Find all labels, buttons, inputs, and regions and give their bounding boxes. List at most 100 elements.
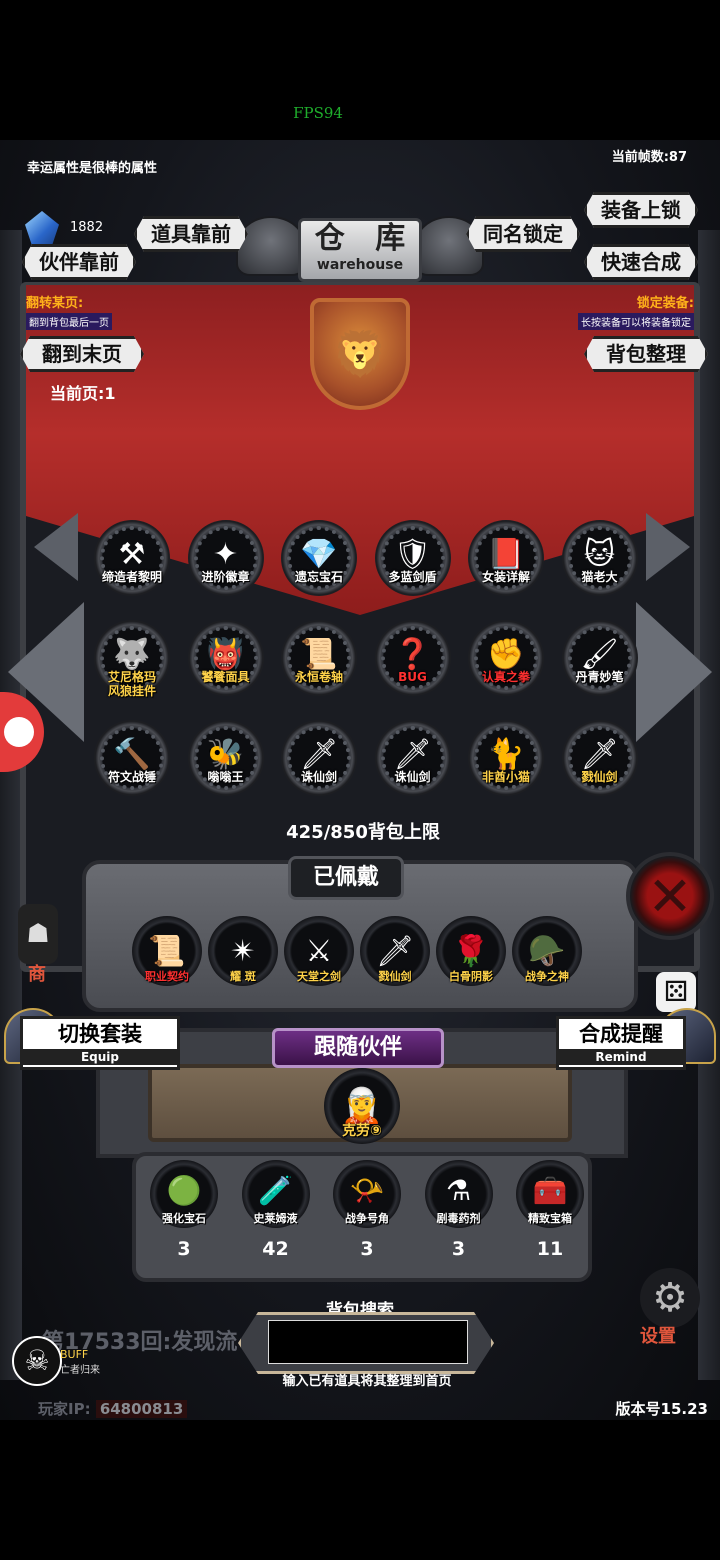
consumable-item[interactable]: 🧰 精致宝箱 11 bbox=[512, 1160, 588, 1280]
partner-name: 克劳⑨ bbox=[342, 1123, 382, 1139]
star-badge-icon: ✦ bbox=[212, 536, 239, 572]
warehouse-item[interactable]: ✊ 认真之拳 bbox=[464, 620, 548, 704]
right-wall bbox=[698, 230, 720, 1380]
warehouse-item[interactable]: ✦ 进阶徽章 bbox=[184, 520, 268, 604]
equipped-item-label: 战争之神 bbox=[525, 970, 569, 983]
item-label: 女装详解 bbox=[481, 570, 530, 584]
fist-icon: ✊ bbox=[487, 636, 525, 672]
dice-icon[interactable]: ⚄ bbox=[656, 972, 696, 1012]
switch-outfit-button[interactable]: 切换套装 Equip bbox=[20, 1016, 180, 1070]
warehouse-item[interactable]: 🛡 多蓝剑盾 bbox=[371, 520, 455, 604]
next-page-small-arrow-icon[interactable] bbox=[646, 513, 690, 581]
items-front-button[interactable]: 道具靠前 bbox=[134, 216, 248, 252]
equipped-item[interactable]: 🗡 戮仙剑 bbox=[360, 916, 430, 986]
settings-button[interactable]: ⚙ bbox=[640, 1268, 700, 1328]
equipped-item[interactable]: ⚔ 天堂之剑 bbox=[284, 916, 354, 986]
left-wall bbox=[0, 230, 22, 1380]
consumable-item[interactable]: ⚗ 剧毒药剂 3 bbox=[421, 1160, 497, 1280]
consumable-item[interactable]: 🟢 强化宝石 3 bbox=[146, 1160, 222, 1280]
warehouse-title: 仓 库 warehouse bbox=[298, 218, 422, 282]
item-label: 多蓝剑盾 bbox=[388, 570, 437, 584]
shop-label: 商 bbox=[28, 964, 46, 985]
consumable-count: 11 bbox=[536, 1238, 564, 1260]
consumable-label: 史莱姆液 bbox=[253, 1212, 298, 1225]
switch-outfit-label: 切换套装 bbox=[58, 1022, 142, 1046]
warehouse-item[interactable]: ❓ BUG bbox=[371, 620, 455, 704]
prev-page-small-arrow-icon[interactable] bbox=[34, 513, 78, 581]
player-ip: 玩家IP: 64800813 bbox=[38, 1398, 188, 1419]
synth-remind-label: 合成提醒 bbox=[579, 1022, 663, 1046]
equipped-item[interactable]: 🌹 白骨阴影 bbox=[436, 916, 506, 986]
warehouse-item[interactable]: 💎 遗忘宝石 bbox=[277, 520, 361, 604]
warehouse-item[interactable]: 🐺 艾尼格玛 风狼挂件 bbox=[90, 620, 174, 704]
equipped-item[interactable]: ✴ 耀 斑 bbox=[208, 916, 278, 986]
item-label: 非酋小猫 bbox=[481, 770, 530, 784]
buff-sub: 亡者归来 bbox=[60, 1365, 100, 1376]
warehouse-item[interactable]: 🐝 嗡嗡王 bbox=[184, 720, 268, 804]
warehouse-item[interactable]: 📕 女装详解 bbox=[464, 520, 548, 604]
warehouse-item[interactable]: 👹 饕餮面具 bbox=[184, 620, 268, 704]
quick-synth-button[interactable]: 快速合成 bbox=[584, 244, 698, 280]
sword-icon: 🗡 bbox=[393, 736, 432, 772]
flip-info-sub: 翻到背包最后一页 bbox=[26, 313, 112, 330]
potion-icon: 🧪 bbox=[258, 1173, 293, 1207]
warehouse-item[interactable]: 🐱 猫老大 bbox=[558, 520, 642, 604]
title-en: warehouse bbox=[316, 257, 404, 273]
skull-buff-icon[interactable]: ☠ bbox=[12, 1336, 62, 1386]
flip-info-title: 翻转某页: bbox=[26, 296, 84, 311]
settings-label: 设置 bbox=[640, 1326, 676, 1347]
equipped-item[interactable]: 🪖 战争之神 bbox=[512, 916, 582, 986]
item-label: 进阶徽章 bbox=[201, 570, 250, 584]
warehouse-item[interactable]: 📜 永恒卷轴 bbox=[277, 620, 361, 704]
close-button[interactable]: ✕ bbox=[626, 852, 714, 940]
lock-info: 锁定装备: 长按装备可以将装备锁定 bbox=[578, 292, 694, 330]
title-cn: 仓 库 bbox=[314, 221, 416, 256]
item-label: 符文战锤 bbox=[107, 770, 156, 784]
shield-icon: 🛡 bbox=[393, 536, 432, 572]
same-name-lock-button[interactable]: 同名锁定 bbox=[466, 216, 580, 252]
current-page: 当前页:1 bbox=[50, 384, 116, 403]
game-stage: 幸运属性是很棒的属性 当前帧数:87 1882 仓 库 warehouse 道具… bbox=[0, 140, 720, 1420]
shop-button[interactable]: ☗ bbox=[18, 900, 58, 1010]
consumable-item[interactable]: 📯 战争号角 3 bbox=[329, 1160, 405, 1280]
lock-info-title: 锁定装备: bbox=[636, 296, 694, 311]
equipped-row: 📜 职业契约 ✴ 耀 斑 ⚔ 天堂之剑 🗡 戮仙剑 🌹 白骨阴影 🪖 战争之神 bbox=[132, 916, 602, 1000]
tip-text: 幸运属性是很棒的属性 bbox=[27, 161, 158, 176]
goto-last-page-button[interactable]: 翻到末页 bbox=[20, 336, 144, 372]
flip-info: 翻转某页: 翻到背包最后一页 bbox=[26, 292, 112, 330]
warehouse-item[interactable]: 🗡 戮仙剑 bbox=[558, 720, 642, 804]
shop-icon: ☗ bbox=[18, 904, 58, 964]
partner-front-button[interactable]: 伙伴靠前 bbox=[22, 244, 136, 280]
bag-search-input[interactable] bbox=[268, 1320, 468, 1364]
book-icon: 📕 bbox=[487, 536, 525, 572]
poison-bottle-icon: ⚗ bbox=[445, 1173, 472, 1207]
equip-lock-button[interactable]: 装备上锁 bbox=[584, 192, 698, 228]
warehouse-item[interactable]: 🗡 诛仙剑 bbox=[277, 720, 361, 804]
synth-remind-button[interactable]: 合成提醒 Remind bbox=[556, 1016, 686, 1070]
consumable-count: 3 bbox=[360, 1238, 374, 1260]
warehouse-item[interactable]: 🔨 符文战锤 bbox=[90, 720, 174, 804]
gem-icon bbox=[22, 208, 62, 248]
sword-icon: 🗡 bbox=[580, 736, 619, 772]
item-label: 丹青妙笔 bbox=[575, 670, 624, 684]
item-label: 饕餮面具 bbox=[201, 670, 250, 684]
bug-icon: ❓ bbox=[393, 636, 432, 672]
left-helmet-icon bbox=[236, 216, 306, 276]
warehouse-item[interactable]: 🖌 丹青妙笔 bbox=[558, 620, 642, 704]
warehouse-item[interactable]: ⚒ 缔造者黎明 bbox=[90, 520, 174, 604]
consumable-label: 强化宝石 bbox=[162, 1212, 206, 1225]
item-label: 诛仙剑 bbox=[394, 770, 431, 784]
cat-icon: 🐱 bbox=[583, 536, 616, 572]
consumable-item[interactable]: 🧪 史莱姆液 42 bbox=[238, 1160, 314, 1280]
warehouse-item[interactable]: 🐈 非酋小猫 bbox=[464, 720, 548, 804]
equipped-title: 已佩戴 bbox=[288, 856, 404, 900]
lion-shield-icon bbox=[310, 298, 410, 410]
item-label: 戮仙剑 bbox=[581, 770, 618, 784]
equipped-item[interactable]: 📜 职业契约 bbox=[132, 916, 202, 986]
search-hint: 输入已有道具将其整理到首页 bbox=[282, 1374, 452, 1389]
partner-slot[interactable]: 🧝 克劳⑨ bbox=[324, 1068, 400, 1144]
warehouse-item[interactable]: 🗡 诛仙剑 bbox=[371, 720, 455, 804]
sort-bag-button[interactable]: 背包整理 bbox=[584, 336, 708, 372]
consumable-count: 3 bbox=[177, 1238, 191, 1260]
beast-icon: 🐝 bbox=[206, 736, 245, 772]
